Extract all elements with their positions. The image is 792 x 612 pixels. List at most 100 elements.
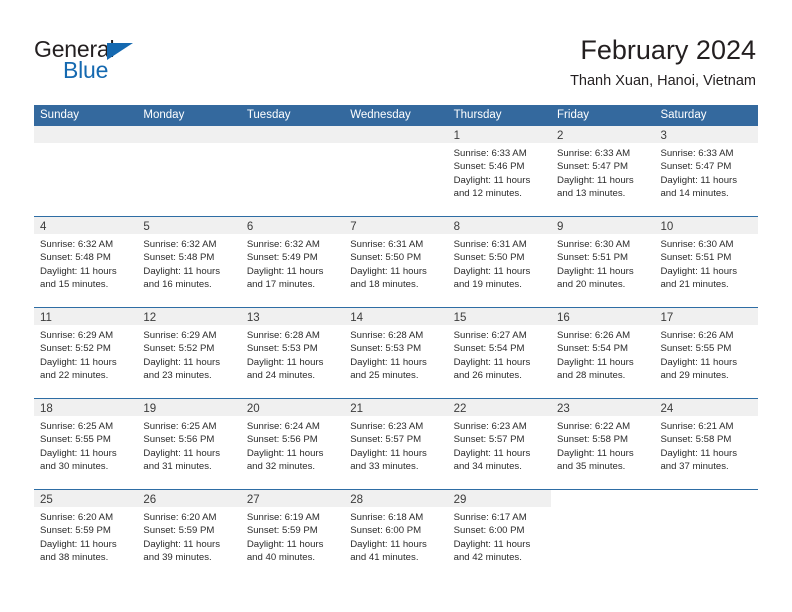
daylight-text-line2: and 16 minutes.	[143, 279, 212, 291]
day-cell-empty	[137, 126, 241, 216]
daylight-text-line2: and 23 minutes.	[143, 370, 212, 382]
daylight-text-line1: Daylight: 11 hours	[40, 356, 117, 368]
day-cell-empty	[551, 490, 655, 580]
date-band: 10	[654, 217, 758, 234]
day-cell[interactable]: 16 Sunrise: 6:26 AM Sunset: 5:54 PM Dayligh…	[551, 308, 655, 398]
date-number: 5	[143, 221, 150, 233]
day-cell[interactable]: 25 Sunrise: 6:20 AM Sunset: 5:59 PM Dayligh…	[34, 490, 138, 580]
sunrise-text: Sunrise: 6:27 AM	[453, 330, 527, 341]
day-cell[interactable]: 11 Sunrise: 6:29 AM Sunset: 5:52 PM Dayligh…	[34, 308, 138, 398]
day-cell[interactable]: 13 Sunrise: 6:28 AM Sunset: 5:53 PM Dayligh…	[240, 308, 345, 398]
sunset-text: Sunset: 6:00 PM	[453, 525, 525, 537]
day-cell[interactable]: 12 Sunrise: 6:29 AM Sunset: 5:52 PM Dayligh…	[137, 308, 241, 398]
day-sun-info: Sunrise: 6:25 AM Sunset: 5:56 PM Daylight:…	[137, 416, 240, 474]
day-cell[interactable]: 7 Sunrise: 6:31 AM Sunset: 5:50 PM Daylight…	[344, 217, 448, 307]
sunset-text: Sunset: 5:57 PM	[350, 434, 422, 446]
brand-logo[interactable]: General Blue	[34, 38, 254, 84]
day-cell[interactable]: 6 Sunrise: 6:32 AM Sunset: 5:49 PM Daylight…	[240, 217, 345, 307]
sunset-text: Sunset: 5:53 PM	[350, 343, 422, 355]
day-cell[interactable]: 10 Sunrise: 6:30 AM Sunset: 5:51 PM Dayligh…	[654, 217, 758, 307]
sunset-text: Sunset: 5:51 PM	[557, 252, 628, 264]
day-cell[interactable]: 14 Sunrise: 6:28 AM Sunset: 5:53 PM Dayligh…	[344, 308, 448, 398]
daylight-text-line1: Daylight: 11 hours	[660, 174, 738, 186]
daylight-text-line2: and 39 minutes.	[143, 552, 212, 564]
daylight-text-line2: and 41 minutes.	[350, 552, 419, 564]
day-cell[interactable]: 20 Sunrise: 6:24 AM Sunset: 5:56 PM Dayligh…	[240, 399, 345, 489]
date-band	[240, 126, 345, 143]
sunset-text: Sunset: 5:52 PM	[40, 343, 111, 355]
day-cell[interactable]: 19 Sunrise: 6:25 AM Sunset: 5:56 PM Dayligh…	[137, 399, 241, 489]
day-cell[interactable]: 3 Sunrise: 6:33 AM Sunset: 5:47 PM Daylight…	[654, 126, 758, 216]
date-band: 4	[34, 217, 138, 234]
day-sun-info: Sunrise: 6:29 AM Sunset: 5:52 PM Daylight:…	[137, 325, 240, 383]
daylight-text-line2: and 33 minutes.	[350, 461, 419, 473]
daylight-text-line1: Daylight: 11 hours	[246, 447, 324, 459]
day-cell[interactable]: 5 Sunrise: 6:32 AM Sunset: 5:48 PM Daylight…	[137, 217, 241, 307]
day-cell[interactable]: 22 Sunrise: 6:23 AM Sunset: 5:57 PM Dayligh…	[447, 399, 552, 489]
day-cell[interactable]: 1 Sunrise: 6:33 AM Sunset: 5:46 PM Daylight…	[447, 126, 552, 216]
sunset-text: Sunset: 5:49 PM	[246, 252, 318, 264]
daylight-text-line2: and 34 minutes.	[453, 461, 522, 473]
day-cell[interactable]: 8 Sunrise: 6:31 AM Sunset: 5:50 PM Daylight…	[447, 217, 552, 307]
day-cell[interactable]: 2 Sunrise: 6:33 AM Sunset: 5:47 PM Daylight…	[551, 126, 655, 216]
sunrise-text: Sunrise: 6:22 AM	[557, 421, 631, 432]
date-number: 22	[453, 403, 467, 415]
daylight-text-line1: Daylight: 11 hours	[40, 538, 117, 550]
date-band: 12	[137, 308, 241, 325]
day-cell[interactable]: 28 Sunrise: 6:18 AM Sunset: 6:00 PM Dayligh…	[344, 490, 448, 580]
calendar-week-row: 4 Sunrise: 6:32 AM Sunset: 5:48 PM Daylight…	[34, 216, 758, 307]
date-band: 18	[34, 399, 138, 416]
date-number: 25	[40, 494, 53, 506]
date-number: 24	[660, 403, 674, 415]
sunrise-text: Sunrise: 6:31 AM	[453, 239, 527, 250]
sunset-text: Sunset: 5:50 PM	[350, 252, 422, 264]
date-number: 20	[246, 403, 260, 415]
daylight-text-line2: and 30 minutes.	[40, 461, 109, 473]
day-cell[interactable]: 27 Sunrise: 6:19 AM Sunset: 5:59 PM Dayligh…	[240, 490, 345, 580]
date-number: 4	[40, 221, 47, 233]
day-cell[interactable]: 9 Sunrise: 6:30 AM Sunset: 5:51 PM Daylight…	[551, 217, 655, 307]
sunset-text: Sunset: 5:59 PM	[143, 525, 215, 537]
date-band: 21	[344, 399, 448, 416]
day-sun-info: Sunrise: 6:19 AM Sunset: 5:59 PM Daylight:…	[241, 507, 344, 565]
day-cell[interactable]: 21 Sunrise: 6:23 AM Sunset: 5:57 PM Dayligh…	[344, 399, 448, 489]
date-band: 1	[447, 126, 552, 143]
sunset-text: Sunset: 5:59 PM	[246, 525, 318, 537]
sunset-text: Sunset: 5:46 PM	[453, 161, 525, 173]
sunrise-text: Sunrise: 6:28 AM	[246, 330, 320, 341]
day-cell[interactable]: 29 Sunrise: 6:17 AM Sunset: 6:00 PM Dayligh…	[447, 490, 552, 580]
day-cell[interactable]: 15 Sunrise: 6:27 AM Sunset: 5:54 PM Dayligh…	[447, 308, 552, 398]
day-sun-info: Sunrise: 6:23 AM Sunset: 5:57 PM Daylight:…	[344, 416, 447, 474]
sunrise-text: Sunrise: 6:25 AM	[40, 421, 114, 432]
sunrise-text: Sunrise: 6:20 AM	[143, 512, 217, 523]
daylight-text-line1: Daylight: 11 hours	[143, 447, 221, 459]
day-sun-info: Sunrise: 6:20 AM Sunset: 5:59 PM Daylight:…	[137, 507, 240, 565]
day-sun-info: Sunrise: 6:30 AM Sunset: 5:51 PM Daylight:…	[551, 234, 654, 292]
day-cell[interactable]: 18 Sunrise: 6:25 AM Sunset: 5:55 PM Dayligh…	[34, 399, 138, 489]
sunset-text: Sunset: 5:52 PM	[143, 343, 215, 355]
date-number: 18	[40, 403, 53, 415]
day-cell[interactable]: 17 Sunrise: 6:26 AM Sunset: 5:55 PM Dayligh…	[654, 308, 758, 398]
date-number: 11	[40, 312, 52, 324]
sunset-text: Sunset: 5:55 PM	[40, 434, 111, 446]
daylight-text-line1: Daylight: 11 hours	[660, 356, 738, 368]
daylight-text-line1: Daylight: 11 hours	[557, 447, 634, 459]
daylight-text-line2: and 13 minutes.	[557, 188, 626, 200]
date-band: 26	[137, 490, 241, 507]
date-band: 19	[137, 399, 241, 416]
day-cell[interactable]: 4 Sunrise: 6:32 AM Sunset: 5:48 PM Daylight…	[34, 217, 138, 307]
daylight-text-line1: Daylight: 11 hours	[660, 447, 738, 459]
sunrise-text: Sunrise: 6:32 AM	[40, 239, 114, 250]
day-cell[interactable]: 24 Sunrise: 6:21 AM Sunset: 5:58 PM Dayligh…	[654, 399, 758, 489]
day-cell[interactable]: 23 Sunrise: 6:22 AM Sunset: 5:58 PM Dayligh…	[551, 399, 655, 489]
sunrise-text: Sunrise: 6:29 AM	[40, 330, 114, 341]
daylight-text-line2: and 18 minutes.	[350, 279, 419, 291]
day-cell-empty	[344, 126, 448, 216]
daylight-text-line2: and 19 minutes.	[453, 279, 522, 291]
date-band	[34, 126, 138, 143]
sunrise-text: Sunrise: 6:26 AM	[660, 330, 734, 341]
date-number: 7	[350, 221, 357, 233]
day-cell[interactable]: 26 Sunrise: 6:20 AM Sunset: 5:59 PM Dayligh…	[137, 490, 241, 580]
sunrise-text: Sunrise: 6:20 AM	[40, 512, 114, 523]
date-number: 26	[143, 494, 157, 506]
